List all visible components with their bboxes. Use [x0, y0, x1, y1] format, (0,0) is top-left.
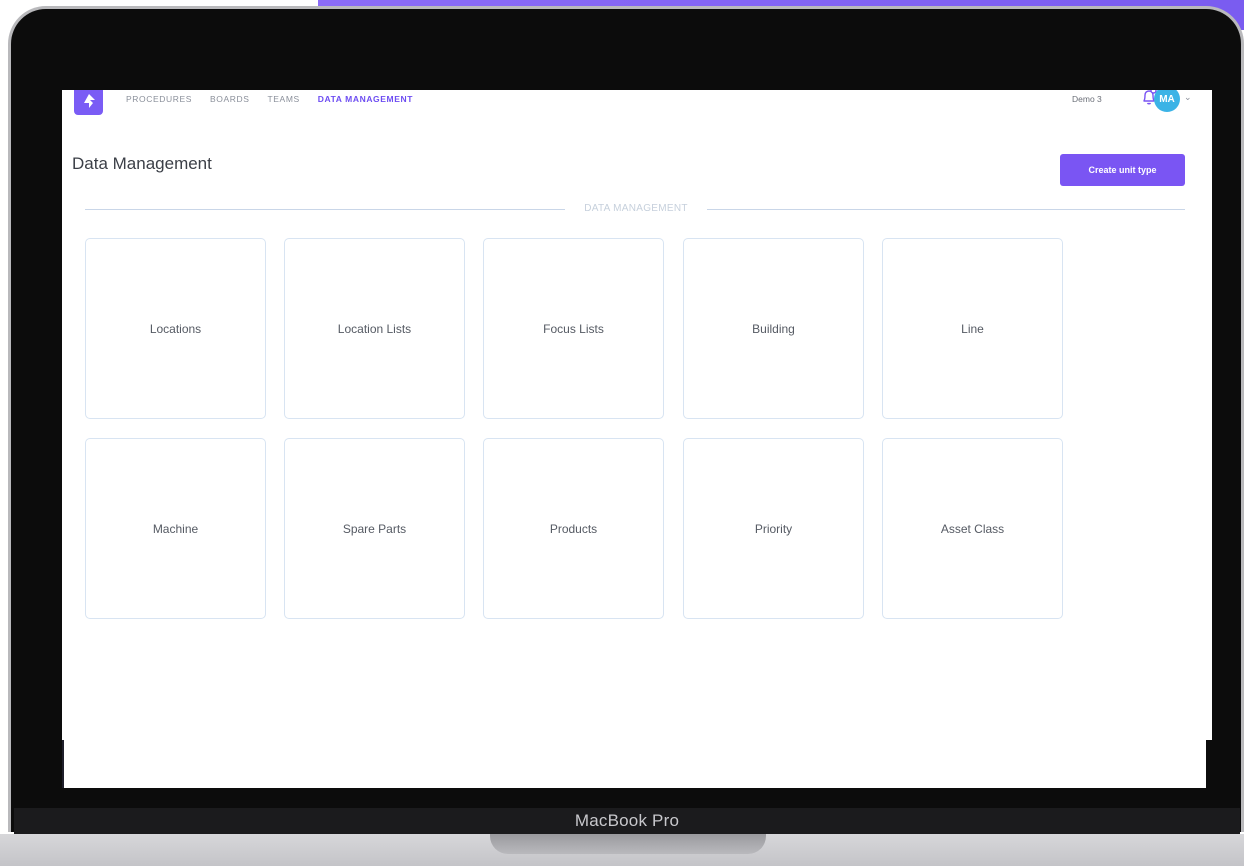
card-line[interactable]: Line — [882, 238, 1063, 419]
workspace-name[interactable]: Demo 3 — [1072, 94, 1102, 104]
user-avatar[interactable]: MA — [1154, 90, 1180, 112]
card-products[interactable]: Products — [483, 438, 664, 619]
card-label: Focus Lists — [543, 321, 604, 336]
nav-data-management[interactable]: DATA MANAGEMENT — [318, 94, 413, 104]
card-label: Building — [752, 321, 795, 336]
nav-boards[interactable]: BOARDS — [210, 94, 250, 104]
chevron-down-icon[interactable]: ⌄ — [1184, 92, 1192, 103]
nav-teams[interactable]: TEAMS — [267, 94, 299, 104]
app-screen: PROCEDURES BOARDS TEAMS DATA MANAGEMENT … — [62, 90, 1212, 740]
card-label: Locations — [149, 321, 202, 336]
nav-procedures[interactable]: PROCEDURES — [126, 94, 192, 104]
laptop-bezel: MacBook Pro — [14, 808, 1240, 834]
screen-edge — [62, 740, 64, 788]
card-label: Line — [961, 321, 984, 336]
card-label: Location Lists — [337, 321, 412, 336]
card-spare-parts[interactable]: Spare Parts — [284, 438, 465, 619]
card-machine[interactable]: Machine — [85, 438, 266, 619]
card-location-lists[interactable]: Location Lists — [284, 238, 465, 419]
section-label: DATA MANAGEMENT — [584, 203, 688, 214]
screen-lower-area — [64, 740, 1206, 788]
create-unit-type-button[interactable]: Create unit type — [1060, 154, 1185, 186]
app-logo-icon[interactable] — [74, 90, 103, 115]
card-label: Asset Class — [940, 521, 1005, 536]
main-nav: PROCEDURES BOARDS TEAMS DATA MANAGEMENT — [126, 94, 431, 104]
card-focus-lists[interactable]: Focus Lists — [483, 238, 664, 419]
top-navigation-bar: PROCEDURES BOARDS TEAMS DATA MANAGEMENT … — [62, 90, 1212, 115]
section-divider-right — [707, 209, 1185, 210]
card-label: Machine — [152, 521, 199, 536]
card-building[interactable]: Building — [683, 238, 864, 419]
card-locations[interactable]: Locations — [85, 238, 266, 419]
device-label: MacBook Pro — [574, 811, 680, 830]
page-title: Data Management — [72, 154, 212, 173]
card-label: Products — [549, 521, 598, 536]
section-divider-left — [85, 209, 565, 210]
card-label: Priority — [754, 521, 793, 536]
laptop-notch — [490, 834, 766, 854]
card-asset-class[interactable]: Asset Class — [882, 438, 1063, 619]
card-label: Spare Parts — [342, 521, 407, 536]
card-priority[interactable]: Priority — [683, 438, 864, 619]
